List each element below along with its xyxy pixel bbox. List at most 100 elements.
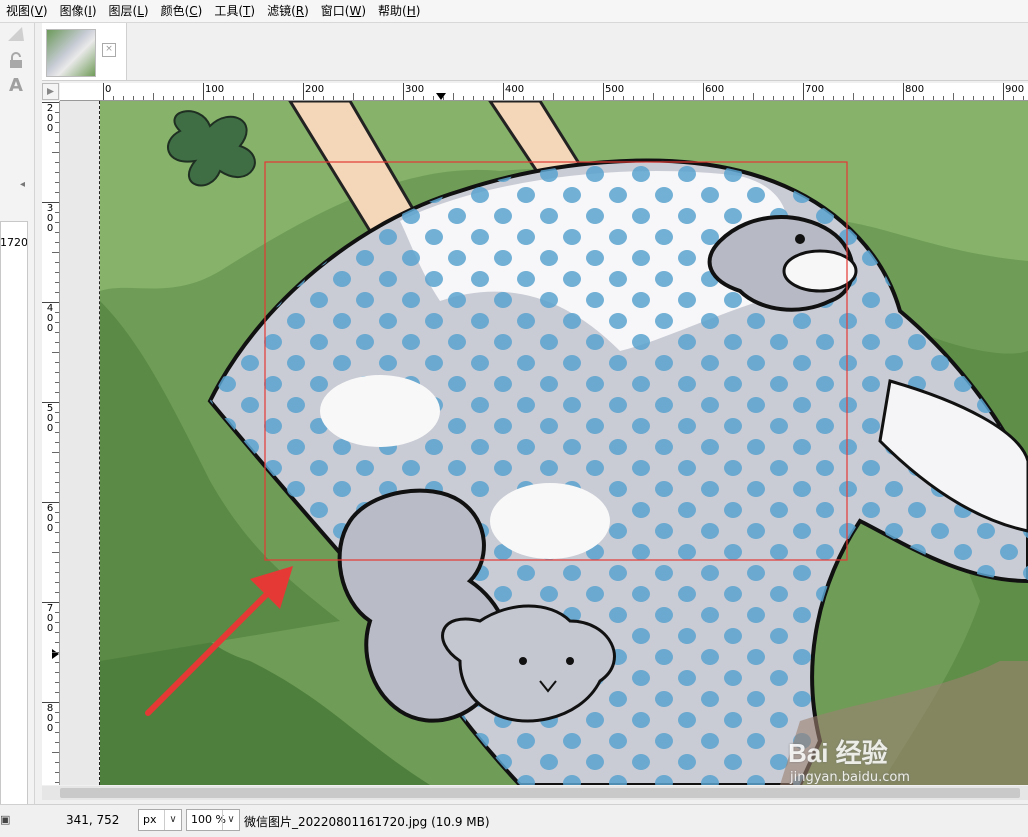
ruler-minor-tick (653, 93, 654, 100)
layers-panel: 1720] (0, 221, 28, 835)
zoom-value: 100 % (191, 813, 226, 826)
status-bar: ▣ 341, 752 px ∨ 100 % ∨ 微信图片_20220801161… (0, 804, 1028, 837)
ruler-minor-tick (55, 782, 59, 783)
ruler-minor-tick (55, 172, 59, 173)
ruler-minor-tick (223, 96, 224, 100)
horizontal-ruler[interactable]: 0 100 200 300 400 500 600 700 800 900 (60, 83, 1028, 101)
left-dock: A ◂ 1720] (0, 23, 35, 836)
ruler-tick-label: 900 (1005, 84, 1025, 95)
ruler-minor-tick (763, 96, 764, 100)
ruler-minor-tick (55, 392, 59, 393)
ruler-tick-label: 200 (305, 84, 325, 95)
ruler-minor-tick (52, 652, 59, 653)
ruler-minor-tick (993, 96, 994, 100)
ruler-tick-label: 400 (46, 303, 54, 334)
image-content[interactable] (100, 101, 1028, 785)
ruler-minor-tick (693, 96, 694, 100)
ruler-minor-tick (55, 192, 59, 193)
zoom-selector[interactable]: 100 % ∨ (186, 809, 240, 831)
pointer-marker-icon (52, 649, 59, 659)
ruler-major-tick (503, 83, 504, 100)
menu-tools[interactable]: 工具(T) (208, 0, 261, 22)
pointer-marker-icon (436, 93, 446, 100)
ruler-major-tick (203, 83, 204, 100)
nav-icon[interactable]: ▣ (0, 813, 10, 826)
image-tab[interactable]: × (42, 23, 127, 80)
menu-windows[interactable]: 窗口(W) (315, 0, 372, 22)
ruler-tick-label: 200 (46, 103, 54, 134)
chevron-down-icon[interactable]: ∨ (222, 810, 239, 830)
lock-icon[interactable] (6, 51, 26, 71)
ruler-major-tick (303, 83, 304, 100)
ruler-minor-tick (55, 582, 59, 583)
ruler-tick-label: 800 (46, 703, 54, 734)
menu-layer[interactable]: 图层(L) (103, 0, 155, 22)
ruler-minor-tick (55, 532, 59, 533)
ruler-corner[interactable] (42, 83, 59, 100)
ruler-minor-tick (433, 96, 434, 100)
ruler-major-tick (703, 83, 704, 100)
ruler-minor-tick (55, 512, 59, 513)
ruler-minor-tick (55, 222, 59, 223)
image-canvas[interactable]: Bai 经验 jingyan.baidu.com (60, 101, 1028, 785)
ruler-minor-tick (55, 772, 59, 773)
ruler-major-tick (603, 83, 604, 100)
ruler-minor-tick (833, 96, 834, 100)
ruler-minor-tick (55, 142, 59, 143)
ruler-major-tick (803, 83, 804, 100)
horizontal-scrollbar[interactable] (42, 786, 1028, 800)
ruler-minor-tick (1023, 96, 1024, 100)
ruler-minor-tick (55, 592, 59, 593)
menu-filters[interactable]: 滤镜(R) (261, 0, 315, 22)
ruler-minor-tick (55, 362, 59, 363)
ruler-tick-label: 800 (905, 84, 925, 95)
ruler-minor-tick (183, 96, 184, 100)
ruler-minor-tick (55, 642, 59, 643)
ruler-tick-label: 0 (105, 84, 112, 95)
text-tool-icon[interactable]: A (6, 75, 26, 96)
dock-collapse-icon[interactable]: ◂ (20, 179, 25, 190)
ruler-minor-tick (55, 742, 59, 743)
menu-view[interactable]: 视图(V) (0, 0, 54, 22)
ruler-minor-tick (643, 96, 644, 100)
image-thumbnail[interactable] (46, 29, 96, 77)
ruler-minor-tick (773, 96, 774, 100)
ruler-minor-tick (883, 96, 884, 100)
vertical-ruler[interactable]: 200 300 400 500 600 700 800 (42, 101, 60, 785)
ruler-minor-tick (633, 96, 634, 100)
tool-shape-icon[interactable] (6, 25, 26, 45)
menu-help[interactable]: 帮助(H) (372, 0, 426, 22)
ruler-minor-tick (323, 96, 324, 100)
ruler-minor-tick (453, 93, 454, 100)
menu-colors[interactable]: 颜色(C) (155, 0, 209, 22)
ruler-minor-tick (593, 96, 594, 100)
menu-image[interactable]: 图像(I) (54, 0, 103, 22)
ruler-tick-label: 700 (805, 84, 825, 95)
ruler-major-tick (103, 83, 104, 100)
ruler-minor-tick (55, 662, 59, 663)
close-icon[interactable]: × (102, 43, 116, 57)
ruler-minor-tick (283, 96, 284, 100)
ruler-minor-tick (55, 342, 59, 343)
ruler-minor-tick (173, 96, 174, 100)
ruler-minor-tick (733, 96, 734, 100)
ruler-minor-tick (293, 96, 294, 100)
ruler-minor-tick (55, 182, 59, 183)
unit-selector[interactable]: px ∨ (138, 809, 182, 831)
ruler-minor-tick (55, 242, 59, 243)
ruler-minor-tick (55, 432, 59, 433)
ruler-tick-label: 100 (205, 84, 225, 95)
ruler-minor-tick (353, 93, 354, 100)
ruler-minor-tick (413, 96, 414, 100)
unit-value: px (143, 813, 157, 826)
watermark: Bai 经验 jingyan.baidu.com (788, 733, 910, 785)
ruler-minor-tick (55, 372, 59, 373)
ruler-minor-tick (55, 422, 59, 423)
ruler-minor-tick (383, 96, 384, 100)
watermark-brand: Bai 经验 (788, 738, 888, 768)
scrollbar-thumb[interactable] (60, 788, 1020, 798)
ruler-minor-tick (55, 162, 59, 163)
ruler-minor-tick (55, 572, 59, 573)
chevron-down-icon[interactable]: ∨ (164, 810, 181, 830)
ruler-minor-tick (843, 96, 844, 100)
